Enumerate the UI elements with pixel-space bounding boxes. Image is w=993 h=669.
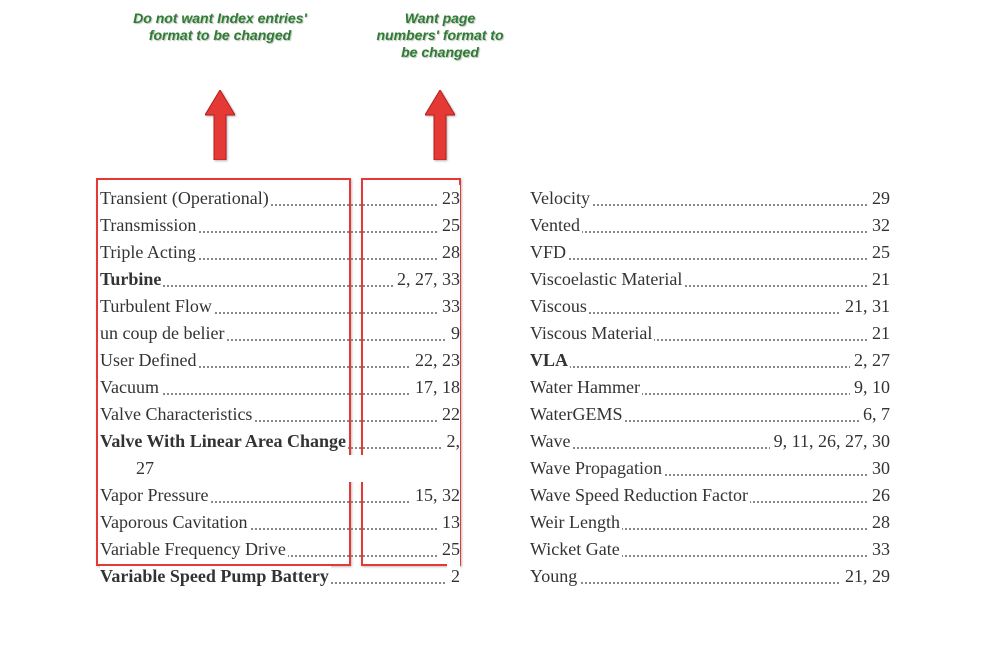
index-page-number: 30 [868, 455, 890, 482]
index-page-number: 28 [438, 239, 460, 266]
index-page-number: 6, 7 [859, 401, 890, 428]
index-entry: 21, 31 Viscous [530, 293, 890, 320]
index-entry: 28 Triple Acting [100, 239, 460, 266]
index-entry: 2, 27 VLA [530, 347, 890, 374]
index-page-number: 33 [868, 536, 890, 563]
index-entry: 9 un coup de belier [100, 320, 460, 347]
index-page-number: 32 [868, 212, 890, 239]
index-entry: 22 Valve Characteristics [100, 401, 460, 428]
arrow-icon [425, 90, 455, 160]
index-page-number: 21 [868, 320, 890, 347]
index-entry: 21 Viscous Material [530, 320, 890, 347]
index-entry: 15, 32 Vapor Pressure [100, 482, 460, 509]
index-term: Variable Frequency Drive [100, 539, 288, 559]
index-term: Wave Speed Reduction Factor [530, 485, 750, 505]
index-page-number: 13 [438, 509, 460, 536]
annotation-pages-label: Want page numbers' format to be changed [375, 10, 505, 60]
index-term: Valve With Linear Area Change [100, 431, 348, 451]
index-term: Vacuum [100, 377, 161, 397]
index-page-number: 9, 10 [850, 374, 890, 401]
index-entry: 33 Turbulent Flow [100, 293, 460, 320]
index-term: User Defined [100, 350, 198, 370]
index-page-number: 21 [868, 266, 890, 293]
index-entry-continuation: 27 [100, 455, 460, 482]
index-page-number: 15, 32 [411, 482, 460, 509]
annotation-entries-label: Do not want Index entries' format to be … [130, 10, 310, 44]
index-term: Wicket Gate [530, 539, 622, 559]
index-entry: 32 Vented [530, 212, 890, 239]
index-page-number: 25 [438, 212, 460, 239]
index-entry: 22, 23 User Defined [100, 347, 460, 374]
index-entry: 29 Velocity [530, 185, 890, 212]
index-entry: 23 Transient (Operational) [100, 185, 460, 212]
index-term: Water Hammer [530, 377, 642, 397]
index-page-number: 9 [447, 320, 460, 347]
index-entry: 25 Variable Frequency Drive [100, 536, 460, 563]
arrow-icon [205, 90, 235, 160]
index-term: Viscoelastic Material [530, 269, 684, 289]
index-term: Transient (Operational) [100, 188, 271, 208]
index-term: VFD [530, 242, 568, 262]
index-page-number: 22 [438, 401, 460, 428]
index-entry: 26 Wave Speed Reduction Factor [530, 482, 890, 509]
index-page-number: 29 [868, 185, 890, 212]
index-term: Vapor Pressure [100, 485, 210, 505]
index-entry: 9, 11, 26, 27, 30 Wave [530, 428, 890, 455]
index-page-number: 2, 27 [850, 347, 890, 374]
index-entry: 21 Viscoelastic Material [530, 266, 890, 293]
index-page-number: 21, 29 [841, 563, 890, 590]
index-page-number: 33 [438, 293, 460, 320]
index-term: Young [530, 566, 579, 586]
index-page-number: 25 [868, 239, 890, 266]
index-term: Wave [530, 431, 573, 451]
index-page-number: 2, [443, 428, 461, 455]
index-term: Viscous Material [530, 323, 654, 343]
index-entry: 6, 7 WaterGEMS [530, 401, 890, 428]
index-term: un coup de belier [100, 323, 226, 343]
index-page-number: 9, 11, 26, 27, 30 [770, 428, 890, 455]
index-term: VLA [530, 350, 570, 370]
index-entry: 21, 29 Young [530, 563, 890, 590]
index-entry: 25 VFD [530, 239, 890, 266]
index-entry: 2 Variable Speed Pump Battery [100, 563, 460, 590]
index-entry: 33 Wicket Gate [530, 536, 890, 563]
index-page-number: 26 [868, 482, 890, 509]
index-page-number: 22, 23 [411, 347, 460, 374]
index-term: Velocity [530, 188, 592, 208]
index-term: Wave Propagation [530, 458, 664, 478]
index-entry: 2, Valve With Linear Area Change [100, 428, 460, 455]
index-entry: 17, 18 Vacuum [100, 374, 460, 401]
index-entry: 25 Transmission [100, 212, 460, 239]
index-entry: 30 Wave Propagation [530, 455, 890, 482]
index-term: Weir Length [530, 512, 622, 532]
index-column-right: 29 Velocity 32 Vented 25 VFD 21 Viscoelastic Ma… [530, 185, 890, 590]
index-entry: 2, 27, 33 Turbine [100, 266, 460, 293]
index-term: Transmission [100, 215, 198, 235]
index-page-number: 2, 27, 33 [393, 266, 460, 293]
index-page-number: 21, 31 [841, 293, 890, 320]
index-column-left: 23Transient (Operational)25Transmission2… [100, 185, 460, 590]
index-columns: 23Transient (Operational)25Transmission2… [100, 185, 960, 590]
index-entry: 28 Weir Length [530, 509, 890, 536]
index-term: Valve Characteristics [100, 404, 254, 424]
index-term: WaterGEMS [530, 404, 625, 424]
index-term: Turbulent Flow [100, 296, 214, 316]
index-page-number: 17, 18 [411, 374, 460, 401]
index-term: Viscous [530, 296, 589, 316]
index-entry: 9, 10 Water Hammer [530, 374, 890, 401]
index-page-number: 25 [438, 536, 460, 563]
index-entry: 13 Vaporous Cavitation [100, 509, 460, 536]
index-term: Vaporous Cavitation [100, 512, 249, 532]
index-page-number: 2 [447, 563, 460, 590]
index-term: Triple Acting [100, 242, 198, 262]
index-term: Vented [530, 215, 582, 235]
index-term: Variable Speed Pump Battery [100, 566, 331, 586]
index-page-number: 23 [438, 185, 460, 212]
index-page-number: 28 [868, 509, 890, 536]
index-term: Turbine [100, 269, 163, 289]
